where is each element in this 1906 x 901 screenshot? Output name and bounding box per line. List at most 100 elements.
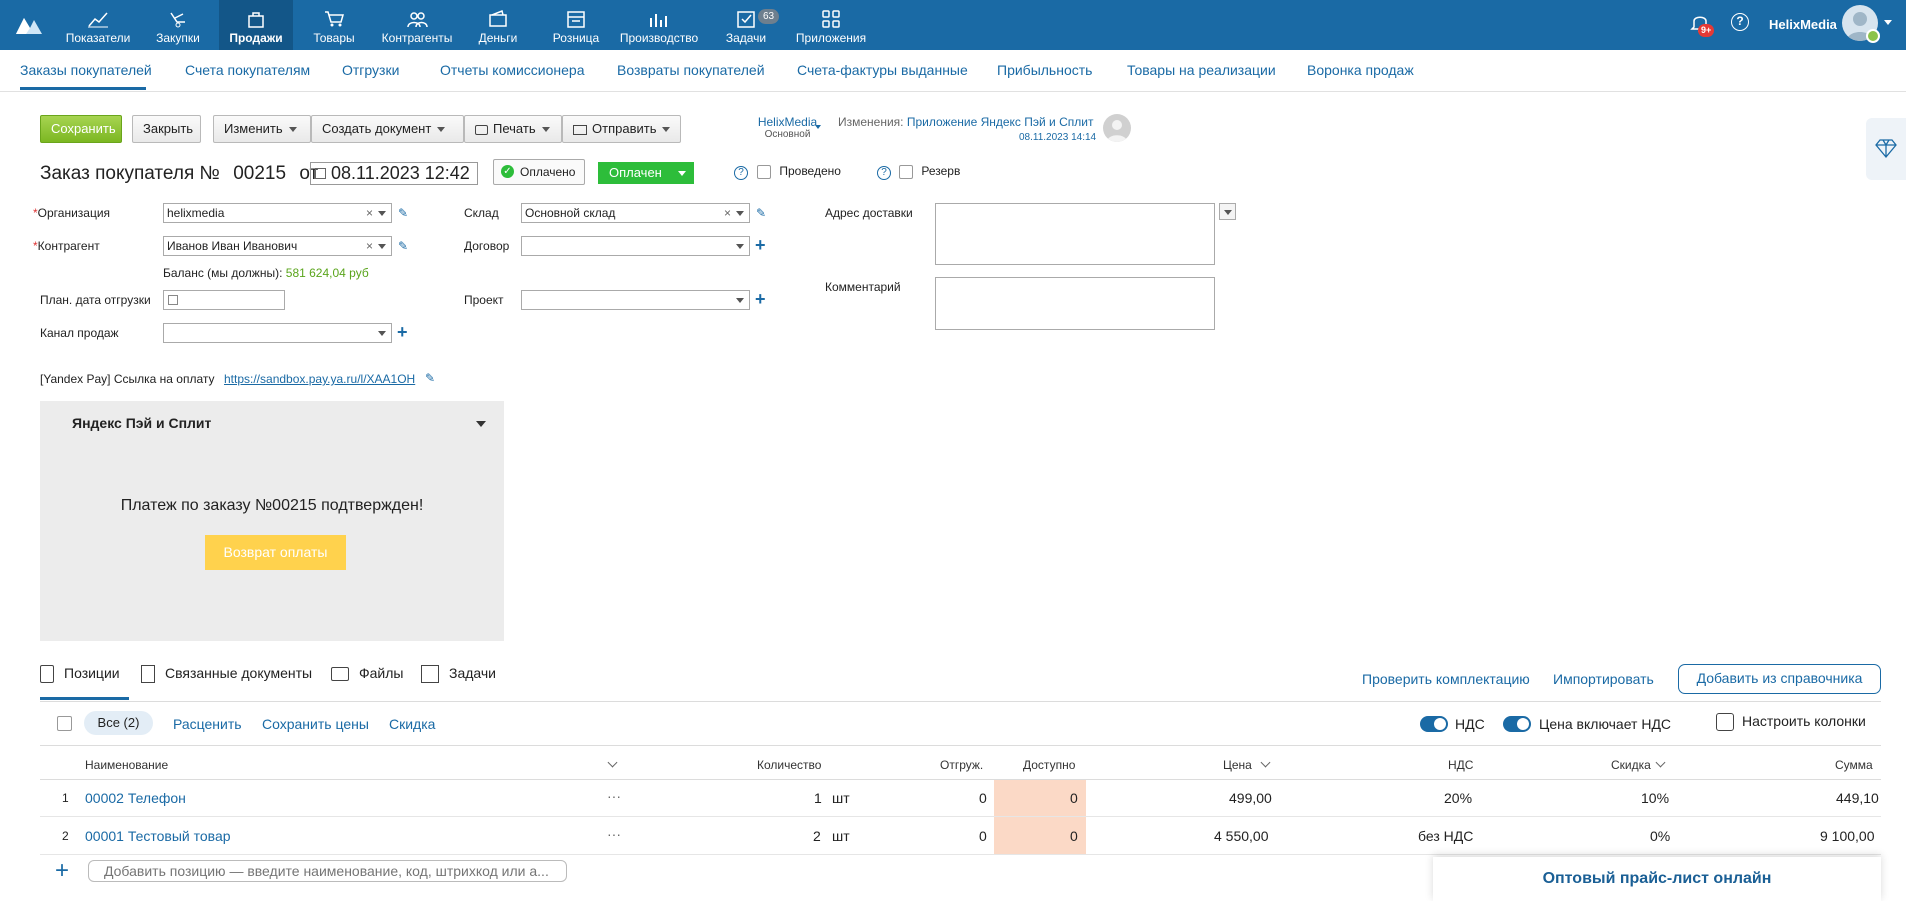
subtab-shipments[interactable]: Отгрузки bbox=[342, 62, 399, 78]
change-button[interactable]: Изменить bbox=[213, 115, 311, 143]
subtab-tax-invoices[interactable]: Счета-фактуры выданные bbox=[797, 62, 968, 78]
configure-columns-button[interactable]: Настроить колонки bbox=[1716, 713, 1866, 732]
nav-item-apps[interactable]: Приложения bbox=[788, 0, 874, 50]
edit-contractor-pencil-icon[interactable]: ✎ bbox=[398, 239, 408, 253]
tab-tasks[interactable]: Задачи bbox=[421, 665, 496, 684]
add-channel-plus-icon[interactable]: + bbox=[397, 323, 408, 341]
chevron-down-icon[interactable] bbox=[815, 125, 821, 129]
clear-icon[interactable]: × bbox=[724, 204, 731, 222]
doc-date-field[interactable]: 08.11.2023 12:42 bbox=[310, 162, 478, 185]
nav-item-purchases[interactable]: Закупки bbox=[138, 0, 218, 50]
add-position-input[interactable] bbox=[88, 860, 567, 882]
row-more-menu[interactable]: ··· bbox=[607, 788, 621, 804]
tab-files[interactable]: Файлы bbox=[331, 665, 403, 682]
row-price[interactable]: 4 550,00 bbox=[1214, 828, 1269, 844]
refund-button[interactable]: Возврат оплаты bbox=[205, 535, 346, 570]
send-button[interactable]: Отправить bbox=[562, 115, 681, 143]
status-selector[interactable]: Оплачен bbox=[598, 162, 694, 184]
add-position-plus-icon[interactable]: + bbox=[55, 859, 69, 883]
price-incl-vat-toggle[interactable] bbox=[1503, 716, 1531, 732]
subtab-returns[interactable]: Возвраты покупателей bbox=[617, 62, 765, 78]
col-header-sum[interactable]: Сумма bbox=[1835, 758, 1873, 772]
select-all-checkbox[interactable] bbox=[57, 716, 72, 731]
subtab-commission-reports[interactable]: Отчеты комиссионера bbox=[440, 62, 585, 78]
reserve-checkbox-box[interactable] bbox=[899, 164, 913, 179]
changes-link[interactable]: Приложение Яндекс Пэй и Сплит bbox=[907, 115, 1094, 129]
chevron-down-icon[interactable] bbox=[378, 331, 386, 336]
tab-positions[interactable]: Позиции bbox=[40, 665, 120, 684]
subtab-sales-funnel[interactable]: Воронка продаж bbox=[1307, 62, 1414, 78]
reprice-link[interactable]: Расценить bbox=[173, 716, 242, 732]
save-button[interactable]: Сохранить bbox=[40, 115, 122, 143]
side-widget[interactable] bbox=[1866, 118, 1906, 180]
chevron-down-icon[interactable] bbox=[736, 298, 744, 303]
filter-all-chip[interactable]: Все (2) bbox=[84, 711, 153, 735]
chevron-down-icon[interactable] bbox=[736, 244, 744, 249]
comment-textarea[interactable] bbox=[935, 277, 1215, 330]
clear-icon[interactable]: × bbox=[366, 237, 373, 255]
help-icon[interactable]: ? bbox=[1731, 13, 1749, 31]
row-discount[interactable]: 10% bbox=[1641, 790, 1669, 806]
row-name[interactable]: 00001 Тестовый товар bbox=[85, 828, 231, 844]
row-more-menu[interactable]: ··· bbox=[607, 826, 621, 842]
address-textarea[interactable] bbox=[935, 203, 1215, 265]
subtab-profitability[interactable]: Прибыльность bbox=[997, 62, 1092, 78]
edit-warehouse-pencil-icon[interactable]: ✎ bbox=[756, 206, 766, 220]
nav-item-production[interactable]: Производство bbox=[616, 0, 702, 50]
nav-item-tasks[interactable]: 63 Задачи bbox=[706, 0, 786, 50]
chevron-down-icon[interactable] bbox=[607, 757, 618, 768]
nav-item-sales[interactable]: Продажи bbox=[219, 0, 293, 50]
col-header-name[interactable]: Наименование bbox=[85, 758, 168, 772]
tab-related-documents[interactable]: Связанные документы bbox=[141, 665, 312, 684]
user-name[interactable]: HelixMedia bbox=[1769, 17, 1837, 32]
subtab-invoices[interactable]: Счета покупателям bbox=[185, 62, 310, 78]
clear-icon[interactable]: × bbox=[366, 204, 373, 222]
add-contract-plus-icon[interactable]: + bbox=[755, 236, 766, 254]
add-from-reference-button[interactable]: Добавить из справочника bbox=[1678, 664, 1881, 694]
chevron-down-icon[interactable] bbox=[378, 244, 386, 249]
subtab-customer-orders[interactable]: Заказы покупателей bbox=[20, 62, 152, 78]
contractor-field[interactable]: Иванов Иван Иванович × bbox=[163, 236, 392, 256]
col-header-qty[interactable]: Количество bbox=[757, 758, 821, 772]
org-field[interactable]: helixmedia × bbox=[163, 203, 392, 223]
col-header-available[interactable]: Доступно bbox=[1023, 758, 1075, 772]
edit-link-pencil-icon[interactable]: ✎ bbox=[425, 371, 435, 385]
save-prices-link[interactable]: Сохранить цены bbox=[262, 716, 369, 732]
nav-item-goods[interactable]: Товары bbox=[294, 0, 374, 50]
edit-org-pencil-icon[interactable]: ✎ bbox=[398, 206, 408, 220]
yandex-pay-link[interactable]: https://sandbox.pay.ya.ru/l/XAA1OH bbox=[224, 372, 415, 386]
notifications-bell-icon[interactable]: 9+ bbox=[1690, 12, 1715, 38]
nav-item-contractors[interactable]: Контрагенты bbox=[374, 0, 460, 50]
project-field[interactable] bbox=[521, 290, 750, 310]
posted-checkbox[interactable]: Проведено bbox=[757, 164, 841, 179]
nav-item-money[interactable]: Деньги bbox=[460, 0, 536, 50]
vat-toggle[interactable] bbox=[1420, 716, 1448, 732]
panel-collapse-icon[interactable] bbox=[476, 421, 486, 427]
doc-number[interactable]: 00215 bbox=[233, 163, 286, 184]
row-qty[interactable]: 2 bbox=[813, 828, 821, 844]
owner-selector[interactable]: HelixMedia Основной bbox=[750, 115, 825, 140]
create-document-button[interactable]: Создать документ bbox=[311, 115, 464, 143]
add-project-plus-icon[interactable]: + bbox=[755, 290, 766, 308]
ship-date-field[interactable] bbox=[163, 290, 285, 310]
promo-banner[interactable]: Оптовый прайс-лист онлайн bbox=[1433, 857, 1881, 901]
yandex-panel-title[interactable]: Яндекс Пэй и Сплит bbox=[72, 415, 211, 431]
check-completeness-link[interactable]: Проверить комплектацию bbox=[1362, 671, 1530, 687]
address-expand-button[interactable] bbox=[1219, 203, 1236, 220]
row-vat[interactable]: 20% bbox=[1444, 790, 1472, 806]
col-header-shipped[interactable]: Отгруж. bbox=[940, 758, 983, 772]
nav-item-indicators[interactable]: Показатели bbox=[58, 0, 138, 50]
row-price[interactable]: 499,00 bbox=[1229, 790, 1272, 806]
row-vat[interactable]: без НДС bbox=[1418, 828, 1473, 844]
close-button[interactable]: Закрыть bbox=[132, 115, 201, 143]
help-reserve-icon[interactable]: ? bbox=[877, 166, 891, 180]
paid-badge-button[interactable]: ✓ Оплачено bbox=[493, 159, 585, 185]
col-header-price[interactable]: Цена bbox=[1223, 758, 1252, 772]
row-qty[interactable]: 1 bbox=[814, 790, 822, 806]
warehouse-field[interactable]: Основной склад × bbox=[521, 203, 750, 223]
reserve-checkbox[interactable]: Резерв bbox=[899, 164, 960, 179]
col-header-discount[interactable]: Скидка bbox=[1611, 758, 1651, 772]
channel-field[interactable] bbox=[163, 323, 392, 343]
chevron-down-icon[interactable] bbox=[736, 211, 744, 216]
help-posted-icon[interactable]: ? bbox=[734, 166, 748, 180]
